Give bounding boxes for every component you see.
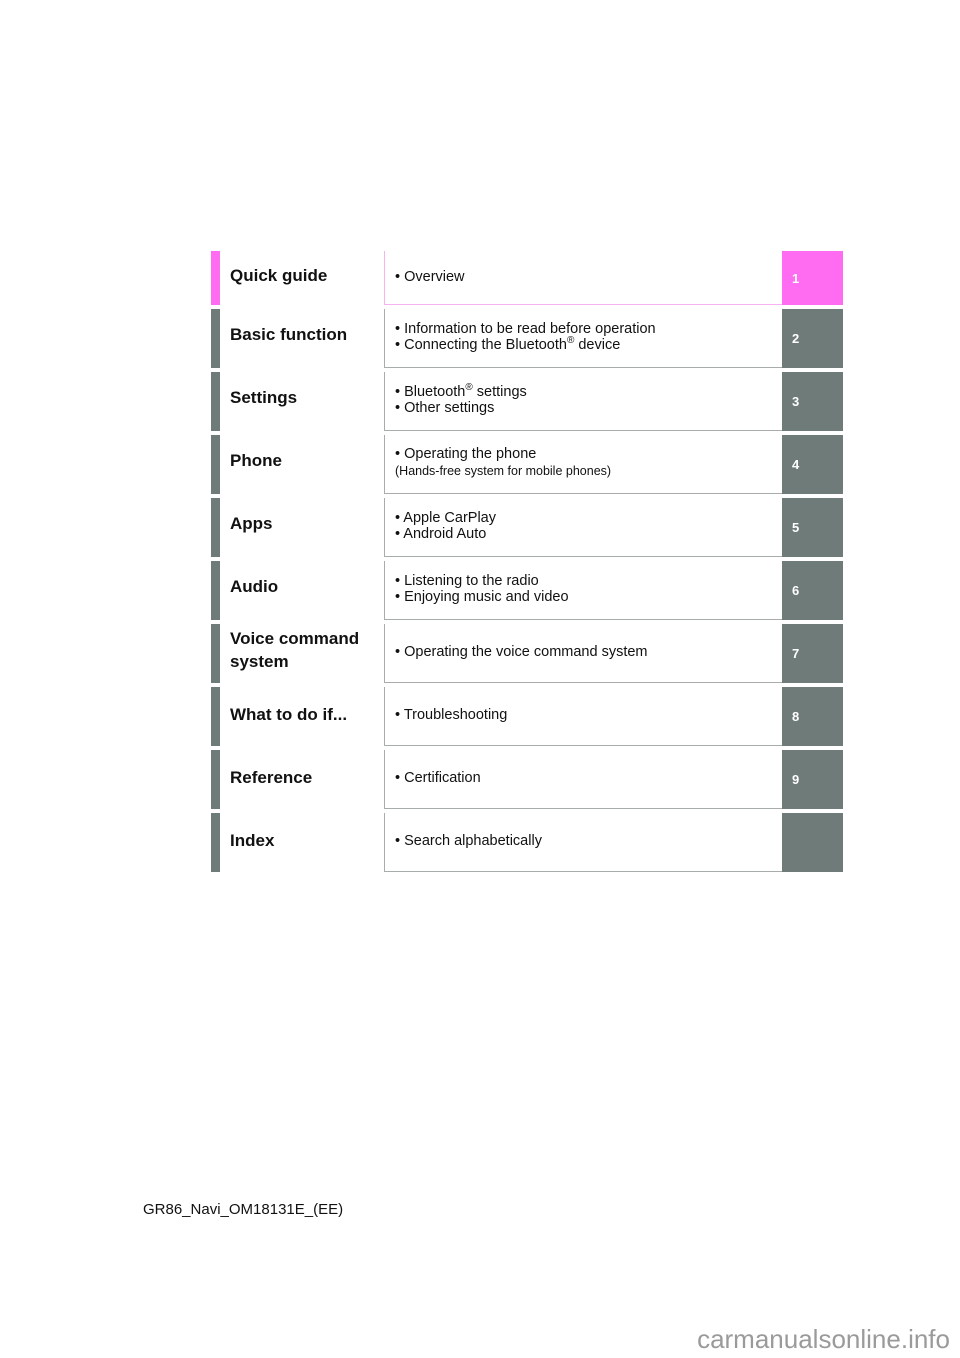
document-code: GR86_Navi_OM18131E_(EE) xyxy=(143,1201,344,1218)
contents-item[interactable]: • Operating the voice command system xyxy=(395,644,782,660)
section-color-bar xyxy=(211,498,220,557)
section-contents: • Search alphabetically xyxy=(384,813,782,872)
section-title[interactable]: Quick guide xyxy=(230,264,385,287)
chapter-tab[interactable]: 1 xyxy=(782,251,843,305)
toc-row-basic-function[interactable]: Basic function • Information to be read … xyxy=(211,309,843,368)
chapter-tab[interactable]: 2 xyxy=(782,309,843,368)
toc-row-phone[interactable]: Phone • Operating the phone (Hands-free … xyxy=(211,435,843,494)
section-contents: • Troubleshooting xyxy=(384,687,782,746)
contents-item[interactable]: • Apple CarPlay xyxy=(395,510,782,526)
toc-row-audio[interactable]: Audio • Listening to the radio • Enjoyin… xyxy=(211,561,843,620)
contents-item[interactable]: • Connecting the Bluetooth® device xyxy=(395,335,782,354)
section-contents: • Listening to the radio • Enjoying musi… xyxy=(384,561,782,620)
section-title[interactable]: Settings xyxy=(230,386,385,409)
watermark: carmanualsonline.info xyxy=(697,1324,950,1354)
section-color-bar xyxy=(211,813,220,872)
toc-row-voice-command[interactable]: Voice command system • Operating the voi… xyxy=(211,624,843,683)
section-color-bar xyxy=(211,624,220,683)
toc-row-index[interactable]: Index • Search alphabetically xyxy=(211,813,843,872)
toc-row-what-to-do-if[interactable]: What to do if... • Troubleshooting 8 xyxy=(211,687,843,746)
contents-item[interactable]: • Operating the phone xyxy=(395,446,782,462)
section-title[interactable]: Voice command system xyxy=(230,627,385,673)
contents-item[interactable]: • Certification xyxy=(395,770,782,786)
contents-item[interactable]: • Overview xyxy=(395,269,782,285)
section-color-bar xyxy=(211,309,220,368)
section-color-bar xyxy=(211,750,220,809)
section-contents: • Apple CarPlay • Android Auto xyxy=(384,498,782,557)
table-of-contents: Quick guide • Overview 1 Basic function … xyxy=(211,251,843,876)
chapter-tab[interactable] xyxy=(782,813,843,872)
section-contents: • Operating the phone (Hands-free system… xyxy=(384,435,782,494)
contents-item[interactable]: • Listening to the radio xyxy=(395,573,782,589)
contents-item[interactable]: • Bluetooth® settings xyxy=(395,382,782,401)
contents-item[interactable]: • Information to be read before operatio… xyxy=(395,321,782,337)
toc-row-settings[interactable]: Settings • Bluetooth® settings • Other s… xyxy=(211,372,843,431)
chapter-tab[interactable]: 9 xyxy=(782,750,843,809)
chapter-tab[interactable]: 6 xyxy=(782,561,843,620)
contents-item[interactable]: • Enjoying music and video xyxy=(395,589,782,605)
registered-mark: ® xyxy=(566,335,575,346)
contents-item[interactable]: • Troubleshooting xyxy=(395,707,782,723)
toc-row-reference[interactable]: Reference • Certification 9 xyxy=(211,750,843,809)
section-color-bar xyxy=(211,687,220,746)
contents-item[interactable]: • Search alphabetically xyxy=(395,833,782,849)
registered-mark: ® xyxy=(465,382,473,393)
section-color-bar xyxy=(211,251,220,305)
contents-note: (Hands-free system for mobile phones) xyxy=(395,464,612,478)
contents-item[interactable]: • Android Auto xyxy=(395,526,782,542)
toc-row-apps[interactable]: Apps • Apple CarPlay • Android Auto 5 xyxy=(211,498,843,557)
section-color-bar xyxy=(211,372,220,431)
chapter-tab[interactable]: 4 xyxy=(782,435,843,494)
section-contents: • Information to be read before operatio… xyxy=(384,309,782,368)
section-title[interactable]: Audio xyxy=(230,575,385,598)
section-color-bar xyxy=(211,561,220,620)
toc-row-quick-guide[interactable]: Quick guide • Overview 1 xyxy=(211,251,843,305)
section-contents: • Bluetooth® settings • Other settings xyxy=(384,372,782,431)
section-contents: • Operating the voice command system xyxy=(384,624,782,683)
section-color-bar xyxy=(211,435,220,494)
contents-item[interactable]: • Other settings xyxy=(395,400,782,416)
section-title[interactable]: Apps xyxy=(230,512,385,535)
section-contents: • Overview xyxy=(384,251,782,305)
section-title[interactable]: Phone xyxy=(230,449,385,472)
section-title[interactable]: What to do if... xyxy=(230,703,385,726)
section-title[interactable]: Reference xyxy=(230,766,385,789)
section-title[interactable]: Basic function xyxy=(230,323,385,346)
chapter-tab[interactable]: 7 xyxy=(782,624,843,683)
chapter-tab[interactable]: 5 xyxy=(782,498,843,557)
chapter-tab[interactable]: 8 xyxy=(782,687,843,746)
section-contents: • Certification xyxy=(384,750,782,809)
chapter-tab[interactable]: 3 xyxy=(782,372,843,431)
section-title[interactable]: Index xyxy=(230,829,385,852)
